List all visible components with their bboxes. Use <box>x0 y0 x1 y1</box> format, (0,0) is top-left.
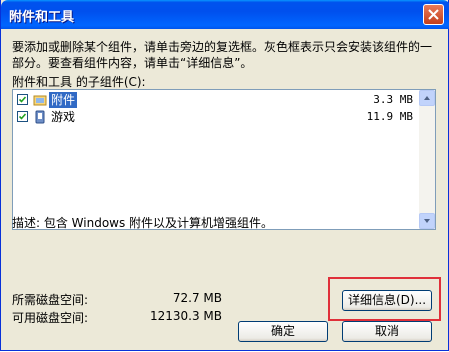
checkmark-icon <box>19 96 26 103</box>
component-size: 11.9 MB <box>366 110 413 123</box>
scroll-down-button[interactable] <box>419 213 435 229</box>
close-button[interactable] <box>423 4 444 25</box>
ok-button[interactable]: 确定 <box>238 321 328 342</box>
required-space-value: 72.7 MB <box>172 291 222 305</box>
checkbox-accessories[interactable] <box>17 94 28 105</box>
components-label: 附件和工具 的子组件(C): <box>12 75 146 89</box>
close-icon <box>428 9 439 20</box>
available-space-value: 12130.3 MB <box>149 309 222 323</box>
arrow-down-icon <box>424 219 430 223</box>
list-item-accessories[interactable]: 附件 3.3 MB <box>15 92 415 109</box>
component-size: 3.3 MB <box>373 93 413 106</box>
required-space-label: 所需磁盘空间: <box>12 293 89 307</box>
window-title: 附件和工具 <box>9 10 75 25</box>
scroll-up-button[interactable] <box>419 90 435 106</box>
title-bar[interactable]: 附件和工具 <box>1 0 449 29</box>
list-item-games[interactable]: 游戏 11.9 MB <box>15 109 415 126</box>
dialog-window: 附件和工具 要添加或删除某个组件，请单击旁边的复选框。灰色框表示只会安装该组件的… <box>0 0 449 351</box>
component-description: 描述: 包含 Windows 附件以及计算机增强组件。 <box>12 216 274 230</box>
checkbox-games[interactable] <box>17 111 28 122</box>
cancel-button[interactable]: 取消 <box>342 321 432 342</box>
arrow-up-icon <box>424 96 430 100</box>
component-name: 游戏 <box>51 110 76 124</box>
checkmark-icon <box>19 113 26 120</box>
components-list[interactable]: 附件 3.3 MB 游戏 11.9 MB <box>12 89 436 230</box>
vertical-scrollbar[interactable] <box>419 90 435 229</box>
component-name: 附件 <box>49 92 78 108</box>
games-icon <box>35 110 45 124</box>
accessories-icon <box>33 95 47 106</box>
available-space-label: 可用磁盘空间: <box>12 311 89 325</box>
dialog-body: 要添加或删除某个组件，请单击旁边的复选框。灰色框表示只会安装该组件的一部分。要查… <box>4 29 445 347</box>
instructions-text: 要添加或删除某个组件，请单击旁边的复选框。灰色框表示只会安装该组件的一部分。要查… <box>12 40 433 70</box>
details-button[interactable]: 详细信息(D)... <box>342 290 432 311</box>
